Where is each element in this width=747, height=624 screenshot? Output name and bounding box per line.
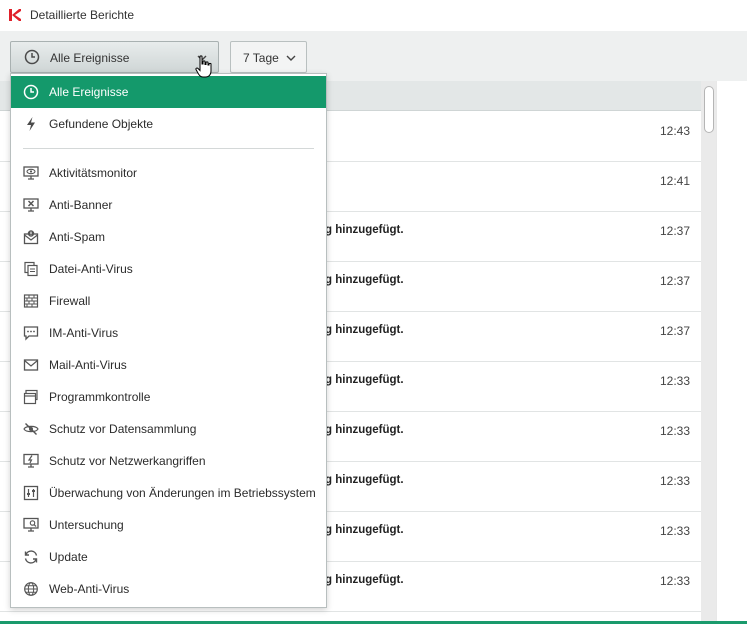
vertical-scrollbar[interactable] bbox=[701, 81, 716, 624]
menu-item-schutz-vor-netzwerkangriffen[interactable]: Schutz vor Netzwerkangriffen bbox=[11, 445, 326, 477]
event-time: 12:37 bbox=[659, 224, 690, 238]
clock-icon bbox=[23, 84, 39, 100]
scan-monitor-icon bbox=[23, 517, 39, 532]
event-time: 12:41 bbox=[659, 174, 690, 188]
banner-block-icon bbox=[23, 198, 39, 212]
menu-item-label: Schutz vor Datensammlung bbox=[49, 422, 197, 436]
menu-item-anti-banner[interactable]: Anti-Banner bbox=[11, 189, 326, 221]
event-filter-dropdown[interactable]: Alle Ereignisse bbox=[10, 41, 219, 73]
event-filter-menu: Alle Ereignisse Gefundene Objekte Aktivi… bbox=[10, 73, 327, 608]
menu-item-uberwachung-von-anderungen-im-betriebssystem[interactable]: Überwachung von Änderungen im Betriebssy… bbox=[11, 477, 326, 509]
network-shield-icon bbox=[23, 453, 39, 468]
globe-icon bbox=[24, 582, 38, 596]
event-description: g hinzugefügt. bbox=[325, 274, 404, 286]
event-description: g hinzugefügt. bbox=[325, 474, 404, 486]
monitor-eye-icon bbox=[23, 166, 39, 180]
event-description: g hinzugefügt. bbox=[325, 574, 404, 586]
menu-item-label: Alle Ereignisse bbox=[49, 85, 129, 99]
menu-item-gefundene-objekte[interactable]: Gefundene Objekte bbox=[11, 108, 326, 140]
details-pane bbox=[716, 81, 747, 624]
menu-item-label: Überwachung von Änderungen im Betriebssy… bbox=[49, 486, 316, 500]
menu-item-label: Mail-Anti-Virus bbox=[49, 358, 127, 372]
sliders-icon bbox=[23, 485, 39, 501]
menu-item-alle-ereignisse[interactable]: Alle Ereignisse bbox=[11, 76, 326, 108]
lightning-icon bbox=[27, 117, 35, 131]
chat-bubble-icon bbox=[23, 326, 39, 341]
menu-item-label: Firewall bbox=[49, 294, 91, 308]
menu-item-schutz-vor-datensammlung[interactable]: Schutz vor Datensammlung bbox=[11, 413, 326, 445]
menu-item-label: Aktivitätsmonitor bbox=[49, 166, 138, 180]
firewall-brick-icon bbox=[23, 294, 39, 308]
menu-item-mail-anti-virus[interactable]: Mail-Anti-Virus bbox=[11, 349, 326, 381]
menu-item-label: Datei-Anti-Virus bbox=[49, 262, 133, 276]
menu-item-aktivitatsmonitor[interactable]: Aktivitätsmonitor bbox=[11, 157, 326, 189]
event-time: 12:43 bbox=[659, 124, 690, 138]
mail-icon bbox=[23, 359, 39, 371]
menu-item-datei-anti-virus[interactable]: Datei-Anti-Virus bbox=[11, 253, 326, 285]
menu-item-label: Anti-Spam bbox=[49, 230, 106, 244]
event-time: 12:33 bbox=[659, 524, 690, 538]
event-time: 12:33 bbox=[659, 474, 690, 488]
menu-divider bbox=[23, 148, 314, 149]
event-time: 12:33 bbox=[659, 424, 690, 438]
menu-item-update[interactable]: Update bbox=[11, 541, 326, 573]
menu-item-anti-spam[interactable]: Anti-Spam bbox=[11, 221, 326, 253]
menu-item-web-anti-virus[interactable]: Web-Anti-Virus bbox=[11, 573, 326, 605]
event-description: g hinzugefügt. bbox=[325, 224, 404, 236]
menu-item-label: Gefundene Objekte bbox=[49, 117, 154, 131]
period-dropdown[interactable]: 7 Tage bbox=[230, 41, 307, 73]
event-description: g hinzugefügt. bbox=[325, 374, 404, 386]
menu-item-programmkontrolle[interactable]: Programmkontrolle bbox=[11, 381, 326, 413]
menu-item-firewall[interactable]: Firewall bbox=[11, 285, 326, 317]
event-description: g hinzugefügt. bbox=[325, 324, 404, 336]
chevron-down-icon bbox=[286, 55, 296, 61]
eye-off-icon bbox=[23, 423, 39, 435]
menu-item-label: Programmkontrolle bbox=[49, 390, 151, 404]
period-label: 7 Tage bbox=[243, 51, 279, 65]
menu-item-im-anti-virus[interactable]: IM-Anti-Virus bbox=[11, 317, 326, 349]
menu-item-label: Untersuchung bbox=[49, 518, 124, 532]
refresh-icon bbox=[24, 550, 38, 564]
menu-item-untersuchung[interactable]: Untersuchung bbox=[11, 509, 326, 541]
kaspersky-logo-icon bbox=[9, 9, 21, 21]
menu-item-label: Schutz vor Netzwerkangriffen bbox=[49, 454, 206, 468]
window-title: Detaillierte Berichte bbox=[30, 8, 135, 22]
title-bar: Detaillierte Berichte bbox=[0, 0, 747, 31]
menu-item-label: Anti-Banner bbox=[49, 198, 113, 212]
event-description: g hinzugefügt. bbox=[325, 524, 404, 536]
hand-cursor-icon bbox=[195, 55, 212, 78]
clock-icon bbox=[24, 49, 40, 65]
scrollbar-thumb[interactable] bbox=[704, 86, 714, 133]
files-icon bbox=[24, 261, 38, 277]
event-filter-label: Alle Ereignisse bbox=[50, 51, 130, 65]
event-time: 12:33 bbox=[659, 374, 690, 388]
menu-item-label: Update bbox=[49, 550, 88, 564]
event-time: 12:37 bbox=[659, 324, 690, 338]
menu-item-label: Web-Anti-Virus bbox=[49, 582, 130, 596]
event-time: 12:37 bbox=[659, 274, 690, 288]
event-description: g hinzugefügt. bbox=[325, 424, 404, 436]
app-window-icon bbox=[23, 389, 38, 405]
spam-envelope-icon bbox=[23, 230, 39, 245]
menu-item-label: IM-Anti-Virus bbox=[49, 326, 119, 340]
event-time: 12:33 bbox=[659, 574, 690, 588]
